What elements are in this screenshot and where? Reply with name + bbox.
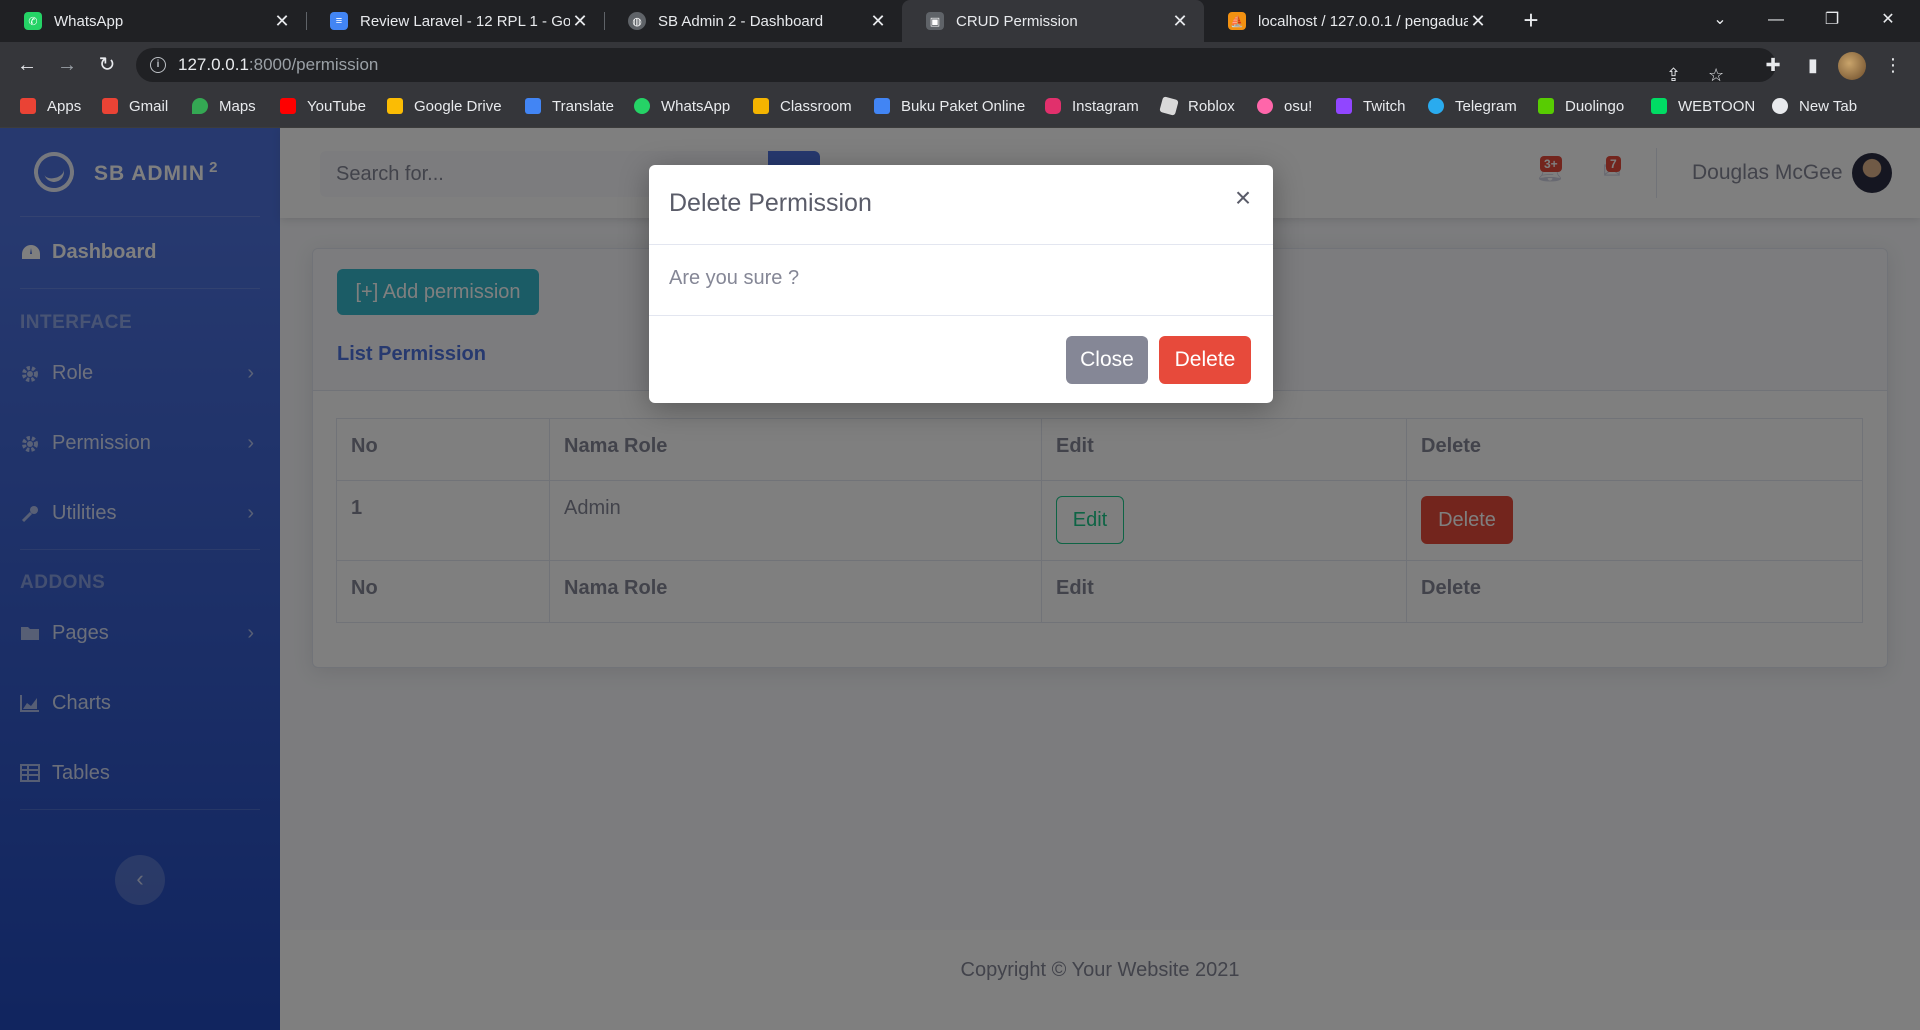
google-docs-icon: ≡ xyxy=(330,12,348,30)
apps-grid-icon xyxy=(20,98,36,114)
address-bar: ← → ↻ i 127.0.0.1:8000/permission ⇪ ☆ ✚ … xyxy=(0,42,1920,88)
extensions-icon[interactable]: ✚ xyxy=(1758,50,1788,80)
translate-icon xyxy=(525,98,541,114)
modal-footer: Close Delete xyxy=(649,315,1273,403)
twitch-icon xyxy=(1336,98,1352,114)
globe-icon: ◍ xyxy=(628,12,646,30)
modal-title: Delete Permission xyxy=(669,189,872,217)
delete-permission-modal: Delete Permission × Are you sure ? Close… xyxy=(649,165,1273,403)
close-window-button[interactable]: ✕ xyxy=(1860,0,1916,42)
browser-tab-active[interactable]: ▣ CRUD Permission ✕ xyxy=(902,0,1204,42)
site-info-icon[interactable]: i xyxy=(150,57,166,73)
page-icon: ▣ xyxy=(926,12,944,30)
back-icon[interactable]: ← xyxy=(12,50,42,80)
close-tab-icon[interactable]: ✕ xyxy=(272,11,292,32)
gmail-icon xyxy=(102,98,118,114)
modal-body-text: Are you sure ? xyxy=(669,267,800,289)
osu-icon xyxy=(1257,98,1273,114)
close-tab-icon[interactable]: ✕ xyxy=(570,11,590,32)
bookmark-new-tab[interactable]: New Tab xyxy=(1772,88,1857,124)
bookmark-star-icon[interactable]: ☆ xyxy=(1708,58,1724,92)
bookmark-whatsapp[interactable]: WhatsApp xyxy=(634,88,730,124)
roblox-icon xyxy=(1159,96,1179,116)
bookmark-gmail[interactable]: Gmail xyxy=(102,88,168,124)
bookmark-buku-paket[interactable]: Buku Paket Online xyxy=(874,88,1025,124)
close-button[interactable]: Close xyxy=(1066,336,1148,384)
side-panel-icon[interactable]: ▮ xyxy=(1798,50,1828,80)
youtube-icon xyxy=(280,98,296,114)
bookmark-twitch[interactable]: Twitch xyxy=(1336,88,1406,124)
classroom-icon xyxy=(753,98,769,114)
bookmark-duolingo[interactable]: Duolingo xyxy=(1538,88,1624,124)
page-viewport: SB ADMIN2 Dashboard INTERFACE Role › Per… xyxy=(0,128,1920,1030)
reload-icon[interactable]: ↻ xyxy=(92,50,122,80)
forward-icon[interactable]: → xyxy=(52,50,82,80)
bookmark-telegram[interactable]: Telegram xyxy=(1428,88,1517,124)
browser-tab[interactable]: ≡ Review Laravel - 12 RPL 1 - Goog ✕ xyxy=(306,0,604,42)
close-icon[interactable]: × xyxy=(1231,183,1255,213)
bookmark-roblox[interactable]: Roblox xyxy=(1159,88,1235,124)
close-tab-icon[interactable]: ✕ xyxy=(1468,11,1488,32)
maps-icon xyxy=(192,98,208,114)
bookmark-translate[interactable]: Translate xyxy=(525,88,614,124)
browser-tab-strip: ✆ WhatsApp ✕ ≡ Review Laravel - 12 RPL 1… xyxy=(0,0,1920,42)
whatsapp-icon: ✆ xyxy=(24,12,42,30)
bookmark-classroom[interactable]: Classroom xyxy=(753,88,852,124)
minimize-button[interactable]: — xyxy=(1748,0,1804,42)
bookmark-apps[interactable]: Apps xyxy=(20,88,81,124)
restore-button[interactable]: ❐ xyxy=(1804,0,1860,42)
bookmark-maps[interactable]: Maps xyxy=(192,88,256,124)
close-tab-icon[interactable]: ✕ xyxy=(868,11,888,32)
close-tab-icon[interactable]: ✕ xyxy=(1170,11,1190,32)
menu-kebab-icon[interactable]: ⋮ xyxy=(1878,50,1908,80)
bookmark-webtoon[interactable]: WEBTOON xyxy=(1651,88,1755,124)
new-tab-button[interactable]: + xyxy=(1516,6,1546,36)
phpmyadmin-icon: ⛵ xyxy=(1228,12,1246,30)
modal-header: Delete Permission × xyxy=(649,165,1273,245)
bookmark-google-drive[interactable]: Google Drive xyxy=(387,88,502,124)
confirm-delete-button[interactable]: Delete xyxy=(1159,336,1251,384)
profile-avatar-icon[interactable] xyxy=(1838,52,1866,80)
instagram-icon xyxy=(1045,98,1061,114)
bookmark-youtube[interactable]: YouTube xyxy=(280,88,366,124)
url-input[interactable]: i 127.0.0.1:8000/permission ⇪ ☆ xyxy=(136,48,1776,85)
bookmarks-bar: Apps Gmail Maps YouTube Google Drive Tra… xyxy=(0,88,1920,128)
google-drive-icon xyxy=(387,98,403,114)
telegram-icon xyxy=(1428,98,1444,114)
browser-tab[interactable]: ⛵ localhost / 127.0.0.1 / pengaduan ✕ xyxy=(1204,0,1502,42)
webtoon-icon xyxy=(1651,98,1667,114)
share-icon[interactable]: ⇪ xyxy=(1666,58,1681,92)
whatsapp-icon xyxy=(634,98,650,114)
duolingo-icon xyxy=(1538,98,1554,114)
google-drive-icon xyxy=(874,98,890,114)
browser-tab[interactable]: ✆ WhatsApp ✕ xyxy=(0,0,306,42)
browser-tab[interactable]: ◍ SB Admin 2 - Dashboard ✕ xyxy=(604,0,902,42)
tab-search-icon[interactable]: ⌄ xyxy=(1692,0,1748,42)
bookmark-osu[interactable]: osu! xyxy=(1257,88,1312,124)
globe-icon xyxy=(1772,98,1788,114)
bookmark-instagram[interactable]: Instagram xyxy=(1045,88,1139,124)
